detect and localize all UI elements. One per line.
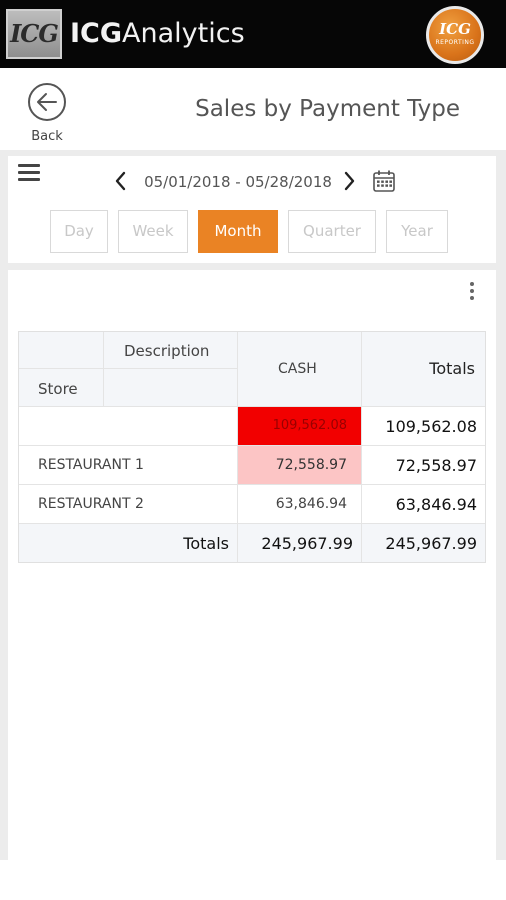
total-cell: 72,558.97 — [362, 446, 486, 485]
calendar-icon[interactable] — [372, 169, 396, 193]
hamburger-menu-icon[interactable] — [18, 164, 40, 184]
more-vertical-icon[interactable] — [468, 282, 476, 302]
brand-bold: ICG — [70, 18, 123, 49]
avatar-top-text: ICG — [439, 20, 471, 38]
page-title: Sales by Payment Type — [195, 96, 460, 122]
period-quarter-button[interactable]: Quarter — [288, 210, 376, 253]
app-logo: ICG — [6, 9, 62, 59]
back-button[interactable] — [28, 83, 66, 121]
report-card: Description Store CASH Totals 109,562.08… — [8, 270, 496, 860]
header-description: Description — [104, 331, 238, 369]
app-brand: ICGAnalytics — [70, 17, 245, 51]
period-day-button[interactable]: Day — [50, 210, 108, 253]
totals-cash: 245,967.99 — [238, 524, 362, 563]
row-store — [18, 407, 238, 446]
header-spacer-bottom — [104, 369, 238, 407]
filter-panel: 05/01/2018 - 05/28/2018 Day Week Month Q… — [8, 156, 496, 263]
column-header-cash[interactable]: CASH — [238, 331, 362, 407]
chevron-left-icon[interactable] — [112, 170, 130, 192]
totals-label: Totals — [18, 524, 238, 563]
column-header-totals[interactable]: Totals — [362, 331, 486, 407]
totals-total: 245,967.99 — [362, 524, 486, 563]
header-spacer-top — [18, 331, 104, 369]
chevron-right-icon[interactable] — [340, 170, 358, 192]
user-avatar[interactable]: ICG REPORTING — [426, 6, 484, 64]
page-header: Back Sales by Payment Type — [0, 68, 506, 150]
row-store: RESTAURANT 1 — [18, 446, 238, 485]
app-topbar: ICG ICGAnalytics ICG REPORTING — [0, 0, 506, 68]
bottom-area — [0, 860, 506, 900]
header-store: Store — [18, 369, 104, 407]
back-label[interactable]: Back — [20, 129, 74, 144]
period-year-button[interactable]: Year — [386, 210, 448, 253]
total-cell: 109,562.08 — [362, 407, 486, 446]
period-month-button[interactable]: Month — [198, 210, 278, 253]
row-store: RESTAURANT 2 — [18, 485, 238, 524]
back-arrow-icon — [37, 93, 57, 111]
period-week-button[interactable]: Week — [118, 210, 188, 253]
brand-rest: Analytics — [122, 18, 245, 49]
cash-cell: 72,558.97 — [238, 446, 362, 485]
total-cell: 63,846.94 — [362, 485, 486, 524]
cash-cell: 109,562.08 — [238, 407, 362, 446]
avatar-bottom-text: REPORTING — [435, 39, 475, 46]
cash-cell: 63,846.94 — [238, 485, 362, 524]
date-range-label[interactable]: 05/01/2018 - 05/28/2018 — [138, 173, 338, 191]
